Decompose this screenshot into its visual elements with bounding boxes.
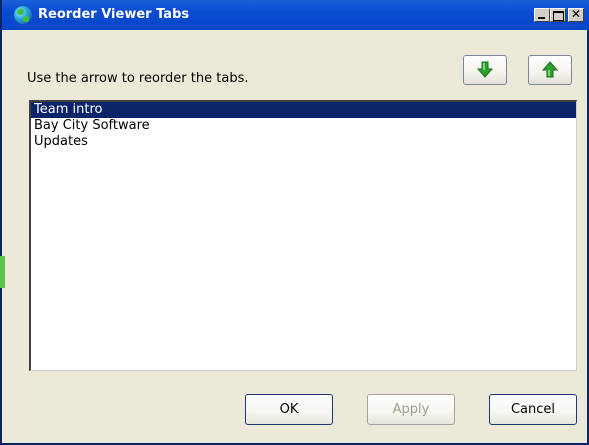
ok-button[interactable]: OK [245,394,333,425]
minimize-icon [538,17,545,19]
maximize-icon [553,11,564,21]
maximize-button[interactable] [550,8,566,22]
list-item[interactable]: Updates [31,134,576,150]
move-down-button[interactable] [463,55,507,85]
reorder-viewer-tabs-dialog: Reorder Viewer Tabs ✕ Use the arrow to r… [0,0,589,445]
apply-button[interactable]: Apply [367,394,455,425]
arrow-up-icon [541,61,559,78]
cancel-button[interactable]: Cancel [489,394,577,425]
move-up-button[interactable] [528,55,572,85]
close-button[interactable]: ✕ [568,7,584,22]
list-item[interactable]: Team intro [31,102,576,118]
tabs-listbox[interactable]: Team intro Bay City Software Updates [29,100,577,371]
title-bar[interactable]: Reorder Viewer Tabs ✕ [2,0,589,30]
window-edge-accent [0,256,5,288]
instruction-label: Use the arrow to reorder the tabs. [27,71,249,86]
list-item-label: Updates [34,134,88,149]
window-title: Reorder Viewer Tabs [38,7,190,22]
close-icon: ✕ [570,7,582,21]
list-item-label: Team intro [34,102,103,117]
list-item-label: Bay City Software [34,118,150,133]
arrow-down-icon [476,61,494,78]
list-item[interactable]: Bay City Software [31,118,576,134]
minimize-button[interactable] [534,8,550,22]
globe-icon [14,6,32,24]
